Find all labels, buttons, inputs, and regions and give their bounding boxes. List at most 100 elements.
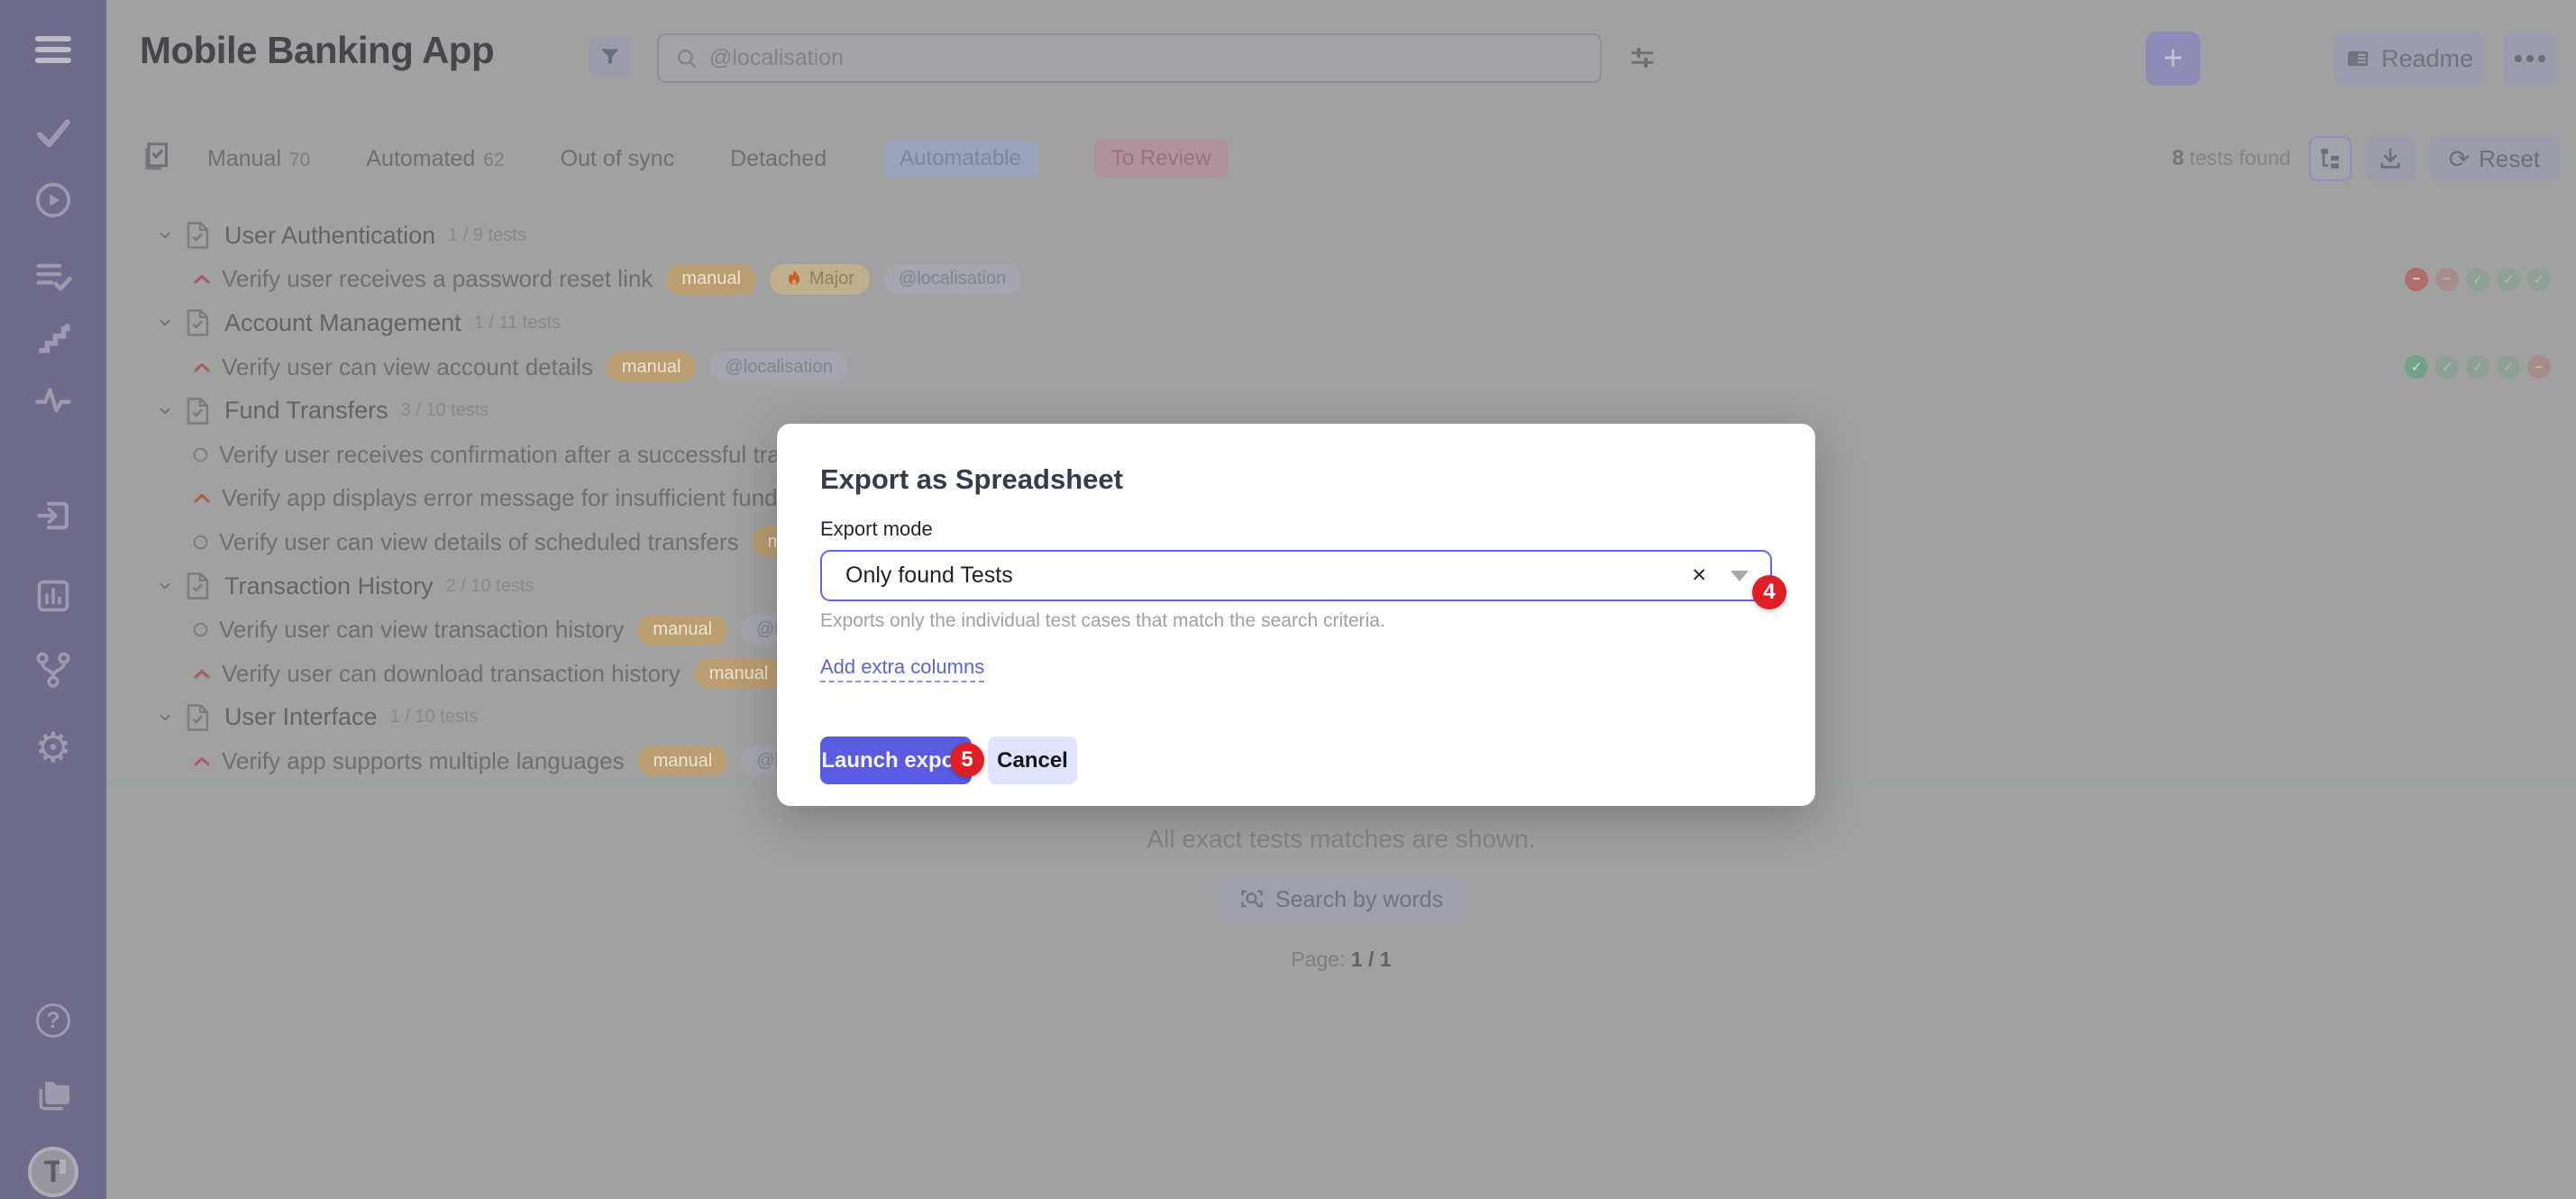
tree-folder-row[interactable]: Account Management 1 / 11 tests <box>106 301 2576 345</box>
export-mode-helper: Exports only the individual test cases t… <box>820 610 1772 632</box>
sidebar-item-activity[interactable] <box>0 381 106 419</box>
folder-test-count: 3 / 10 tests <box>401 400 489 421</box>
tree-view-toggle-button[interactable] <box>2309 136 2352 181</box>
filter-chip-to-review[interactable]: To Review <box>1094 140 1229 178</box>
test-title: Verify user can view details of schedule… <box>219 528 739 556</box>
tree-test-row[interactable]: Verify user can view account detailsmanu… <box>106 345 2576 389</box>
sidebar-item-settings-gear[interactable]: ⚙ <box>0 727 106 768</box>
refresh-icon: ⟳ <box>2449 144 2470 174</box>
flame-icon <box>785 269 803 290</box>
readme-label: Readme <box>2381 45 2473 73</box>
search-words-icon <box>1239 887 1265 912</box>
export-mode-select[interactable]: Only found Tests ✕ <box>820 550 1772 601</box>
status-passed-icon: ✓ <box>2497 268 2520 291</box>
select-caret-icon[interactable] <box>1731 571 1749 581</box>
doc-check-icon <box>186 308 210 337</box>
chevron-down-icon[interactable] <box>155 580 175 592</box>
export-modal: Export as Spreadsheet Export mode Only f… <box>777 424 1815 806</box>
sidebar-item-check[interactable] <box>0 114 106 151</box>
sidebar-item-projects-folder[interactable] <box>0 1075 106 1113</box>
chevron-down-icon[interactable] <box>155 405 175 417</box>
status-failed-icon: − <box>2405 268 2428 291</box>
sidebar-item-list-check[interactable] <box>0 256 106 296</box>
sidebar-item-app-logo[interactable]: T <box>0 1147 106 1197</box>
search-settings-icon[interactable] <box>1628 43 1657 72</box>
folder-test-count: 1 / 11 tests <box>474 313 561 334</box>
circle-icon <box>193 535 208 550</box>
chevron-down-icon[interactable] <box>155 711 175 724</box>
menu-icon <box>33 34 73 65</box>
run-status-history: ✓✓✓✓− <box>2405 355 2551 379</box>
results-message: All exact tests matches are shown. <box>1146 825 1535 854</box>
caret-up-icon <box>193 492 211 504</box>
folder-name: Account Management <box>224 309 461 337</box>
search-by-words-button[interactable]: Search by words <box>1218 877 1465 922</box>
status-passed-icon: ✓ <box>2497 355 2520 379</box>
status-passed-icon: ✓ <box>2466 268 2489 291</box>
settings-gear-icon: ⚙ <box>34 727 71 768</box>
search-box[interactable] <box>657 33 1602 83</box>
sidebar-item-steps[interactable] <box>0 318 106 356</box>
reset-filters-button[interactable]: ⟳ Reset <box>2429 136 2560 181</box>
sidebar-menu-button[interactable] <box>0 34 106 65</box>
badge-tag: @localisation <box>883 264 1021 295</box>
export-mode-label: Export mode <box>820 517 1772 541</box>
badge-tag: @localisation <box>709 352 847 382</box>
sidebar-item-play-circle[interactable] <box>0 180 106 220</box>
test-title: Verify user receives confirmation after … <box>219 441 833 469</box>
tree-test-row[interactable]: Verify user receives a password reset li… <box>106 258 2576 302</box>
download-button[interactable] <box>2366 136 2415 181</box>
download-icon <box>2378 146 2403 171</box>
reset-label: Reset <box>2479 145 2540 173</box>
folder-test-count: 1 / 10 tests <box>390 707 479 728</box>
cancel-button[interactable]: Cancel <box>988 737 1077 784</box>
badge-manual: manual <box>638 746 728 776</box>
sidebar-item-analytics[interactable] <box>0 577 106 615</box>
select-all-checklist-icon[interactable] <box>141 139 173 175</box>
chevron-down-icon[interactable] <box>155 316 175 329</box>
annotation-step-5: 5 <box>950 743 984 777</box>
sidebar-item-import[interactable] <box>0 497 106 535</box>
status-passed-icon: ✓ <box>2466 355 2489 379</box>
readme-button[interactable]: Readme <box>2334 32 2484 86</box>
tree-folder-row[interactable]: User Authentication1 / 9 tests <box>106 214 2576 258</box>
annotation-step-4: 4 <box>1752 575 1786 609</box>
status-passed-icon: ✓ <box>2527 268 2551 291</box>
search-by-words-label: Search by words <box>1275 887 1443 913</box>
filter-button[interactable] <box>589 36 631 78</box>
circle-icon <box>193 447 208 462</box>
filter-manual[interactable]: Manual70 <box>207 146 310 172</box>
test-title: Verify user can view transaction history <box>219 616 624 644</box>
filter-out-of-sync[interactable]: Out of sync <box>561 146 674 172</box>
status-passed-icon: ✓ <box>2405 355 2428 379</box>
chevron-down-icon[interactable] <box>155 229 175 242</box>
filter-detached[interactable]: Detached <box>730 146 827 172</box>
doc-check-icon <box>186 397 210 426</box>
folder-test-count: 1 / 9 tests <box>448 225 526 246</box>
pagination: Page: 1 / 1 <box>1291 947 1391 972</box>
filter-funnel-icon <box>598 45 622 69</box>
projects-folder-icon <box>32 1075 74 1113</box>
badge-manual: manual <box>694 658 784 689</box>
status-failed-icon: − <box>2435 268 2459 291</box>
tests-found-count: 8tests found <box>2172 146 2291 171</box>
modal-title: Export as Spreadsheet <box>820 463 1772 496</box>
sidebar-item-help[interactable]: ? <box>0 1003 106 1038</box>
badge-manual: manual <box>637 615 727 645</box>
sidebar-item-branch[interactable] <box>0 650 106 690</box>
badge-severity: Major <box>770 264 870 295</box>
clear-selection-icon[interactable]: ✕ <box>1691 564 1707 587</box>
filter-automated[interactable]: Automated62 <box>366 146 504 172</box>
folder-name: Transaction History <box>224 572 434 600</box>
launch-export-button[interactable]: Launch export <box>820 737 972 784</box>
add-test-button[interactable]: + <box>2146 32 2200 86</box>
badge-manual: manual <box>607 352 697 382</box>
add-extra-columns-link[interactable]: Add extra columns <box>820 655 984 682</box>
search-input[interactable] <box>709 45 1584 71</box>
import-icon <box>34 497 72 535</box>
status-passed-icon: ✓ <box>2435 355 2459 379</box>
more-options-button[interactable] <box>2504 32 2556 86</box>
status-failed-icon: − <box>2527 355 2551 379</box>
filter-chip-automatable[interactable]: Automatable <box>882 140 1038 178</box>
readme-book-icon <box>2345 46 2370 71</box>
